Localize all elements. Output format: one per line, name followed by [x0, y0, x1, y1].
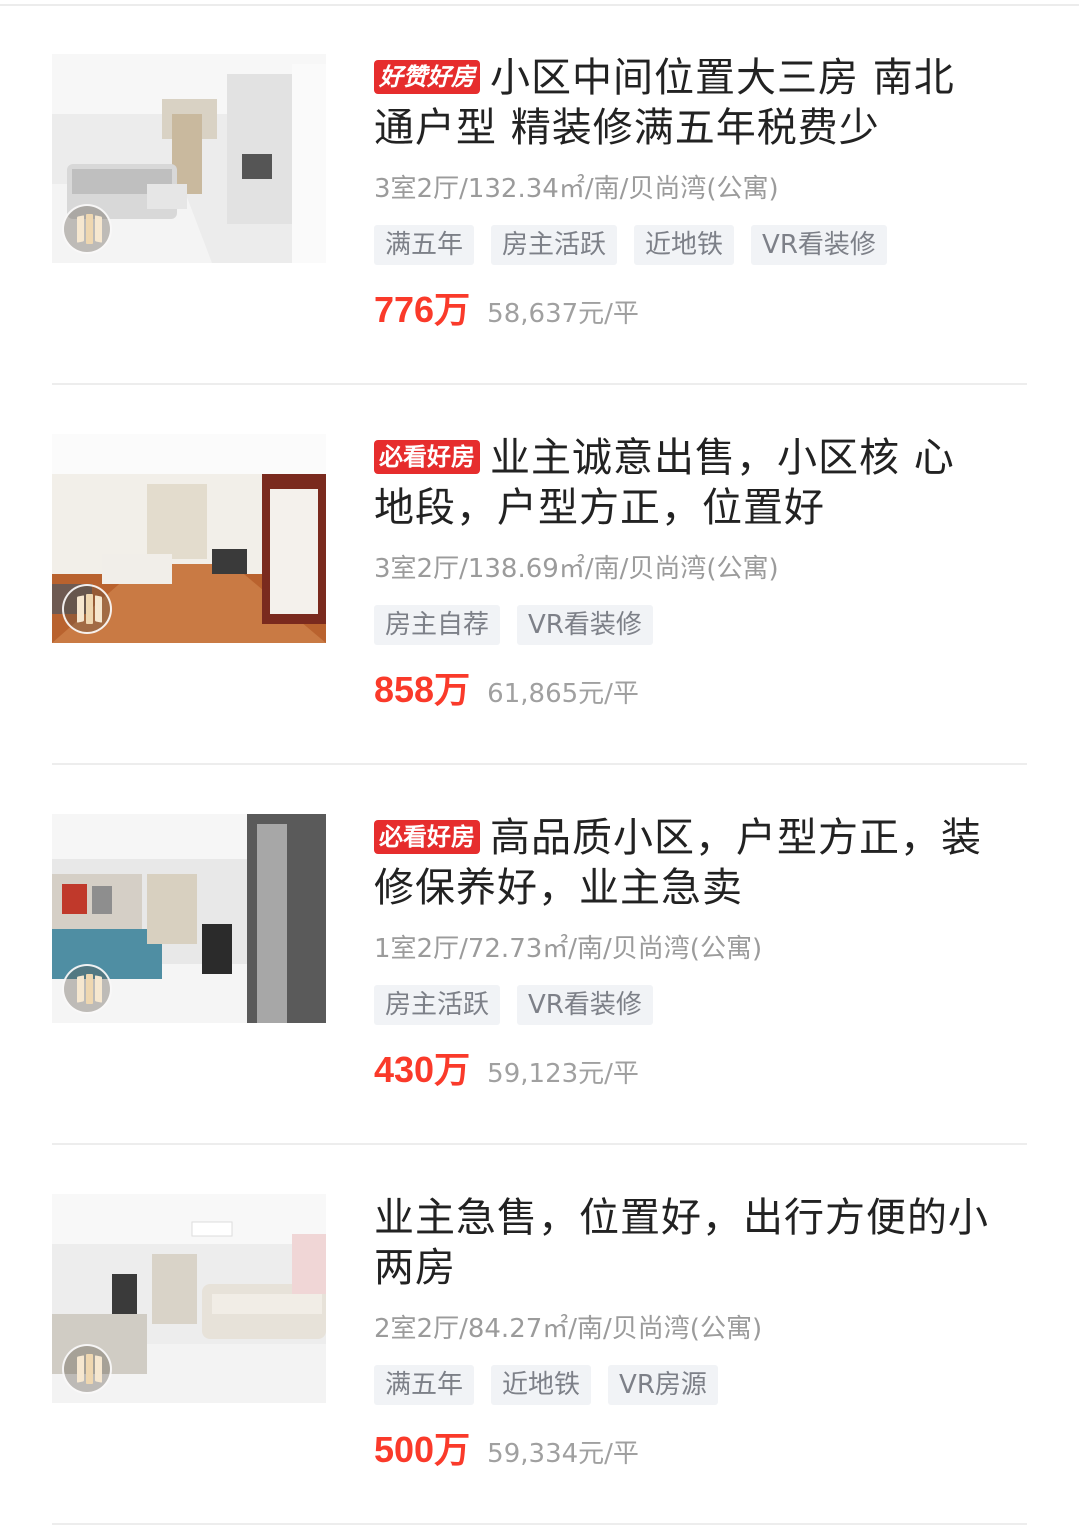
listing-info: 必看好房 高品质小区，户型方正，装 修保养好，业主急卖 1室2厅/72.73㎡/南…: [374, 813, 1024, 1090]
tag: VR看装修: [517, 605, 653, 645]
row-divider: [52, 1523, 1027, 1525]
listing-title-line2[interactable]: 两房: [374, 1243, 1024, 1293]
tag: VR看装修: [517, 985, 653, 1025]
listing-info: 业主急售，位置好，出行方便的小 两房 2室2厅/84.27㎡/南/贝尚湾(公寓)…: [374, 1193, 1024, 1470]
listing-meta: 1室2厅/72.73㎡/南/贝尚湾(公寓): [374, 934, 763, 964]
listing-title[interactable]: 必看好房 高品质小区，户型方正，装: [374, 813, 1024, 863]
listing-card[interactable]: 必看好房 业主诚意出售，小区核 心 地段，户型方正，位置好 3室2厅/138.69…: [52, 385, 1027, 765]
tag: VR房源: [608, 1365, 718, 1405]
total-price: 500万: [374, 1429, 471, 1470]
unit-price: 58,637元/平: [487, 299, 639, 329]
tag: 房主自荐: [374, 605, 501, 645]
listing-title[interactable]: 好赞好房 小区中间位置大三房 南北: [374, 53, 1024, 103]
listing-tags: 房主自荐 VR看装修: [374, 605, 653, 645]
total-price: 430万: [374, 1049, 471, 1090]
listing-photo[interactable]: [52, 434, 326, 643]
tag: 房主活跃: [374, 985, 501, 1025]
vr-panorama-icon[interactable]: [62, 584, 112, 634]
listing-photo[interactable]: [52, 1194, 326, 1403]
tag: 近地铁: [634, 225, 735, 265]
listing-title[interactable]: 必看好房 业主诚意出售，小区核 心: [374, 433, 1024, 483]
total-price: 776万: [374, 289, 471, 330]
listing-card[interactable]: 必看好房 高品质小区，户型方正，装 修保养好，业主急卖 1室2厅/72.73㎡/南…: [52, 765, 1027, 1145]
listing-card[interactable]: 业主急售，位置好，出行方便的小 两房 2室2厅/84.27㎡/南/贝尚湾(公寓)…: [52, 1145, 1027, 1525]
listing-tags: 房主活跃 VR看装修: [374, 985, 653, 1025]
total-price: 858万: [374, 669, 471, 710]
tag: 近地铁: [491, 1365, 592, 1405]
listing-title[interactable]: 业主急售，位置好，出行方便的小: [374, 1193, 1024, 1243]
listing-title-line2[interactable]: 通户型 精装修满五年税费少: [374, 103, 1024, 153]
listing-meta: 3室2厅/132.34㎡/南/贝尚湾(公寓): [374, 174, 779, 204]
listing-photo[interactable]: [52, 54, 326, 263]
listing-title-line2[interactable]: 修保养好，业主急卖: [374, 863, 1024, 913]
price-row: 776万 58,637元/平: [374, 281, 639, 333]
listing-photo[interactable]: [52, 814, 326, 1023]
listing-title-line2[interactable]: 地段，户型方正，位置好: [374, 483, 1024, 533]
listing-info: 必看好房 业主诚意出售，小区核 心 地段，户型方正，位置好 3室2厅/138.69…: [374, 433, 1024, 710]
listing-badge: 必看好房: [374, 820, 480, 854]
listing-meta: 2室2厅/84.27㎡/南/贝尚湾(公寓): [374, 1314, 763, 1344]
listing-badge: 必看好房: [374, 440, 480, 474]
tag: 满五年: [374, 1365, 475, 1405]
vr-panorama-icon[interactable]: [62, 964, 112, 1014]
unit-price: 61,865元/平: [487, 679, 639, 709]
price-row: 858万 61,865元/平: [374, 661, 639, 713]
listing-tags: 满五年 房主活跃 近地铁 VR看装修: [374, 225, 887, 265]
listing-tags: 满五年 近地铁 VR房源: [374, 1365, 718, 1405]
listing-badge: 好赞好房: [374, 60, 480, 94]
tag: VR看装修: [751, 225, 887, 265]
price-row: 500万 59,334元/平: [374, 1421, 639, 1473]
unit-price: 59,123元/平: [487, 1059, 639, 1089]
tag: 房主活跃: [491, 225, 618, 265]
listing-info: 好赞好房 小区中间位置大三房 南北 通户型 精装修满五年税费少 3室2厅/132.…: [374, 53, 1024, 330]
listing-card[interactable]: 好赞好房 小区中间位置大三房 南北 通户型 精装修满五年税费少 3室2厅/132.…: [52, 5, 1027, 385]
listing-meta: 3室2厅/138.69㎡/南/贝尚湾(公寓): [374, 554, 779, 584]
tag: 满五年: [374, 225, 475, 265]
unit-price: 59,334元/平: [487, 1439, 639, 1469]
vr-panorama-icon[interactable]: [62, 1344, 112, 1394]
vr-panorama-icon[interactable]: [62, 204, 112, 254]
price-row: 430万 59,123元/平: [374, 1041, 639, 1093]
